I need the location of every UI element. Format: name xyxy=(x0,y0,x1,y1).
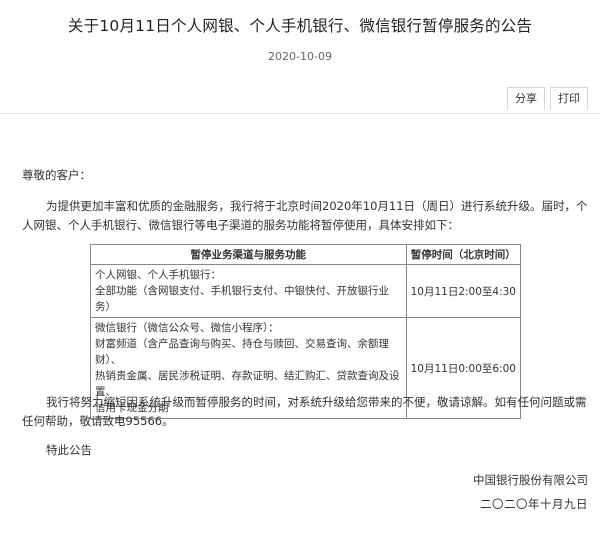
page-title: 关于10月11日个人网银、个人手机银行、微信银行暂停服务的公告 xyxy=(67,17,533,35)
header-time: 暂停时间（北京时间） xyxy=(405,244,522,265)
time-cell: 10月11日2:00至4:30 xyxy=(405,264,522,318)
table-header-row: 暂停业务渠道与服务功能 暂停时间（北京时间） xyxy=(90,244,522,265)
intro-paragraph: 为提供更加丰富和优质的金融服务，我行将于北京时间2020年10月11日（周日）进… xyxy=(22,199,588,232)
signature-date: 二〇二〇年十月九日 xyxy=(480,497,588,511)
channel-line: 全部功能（含网银支付、手机银行支付、中银快付、开放银行业务） xyxy=(95,285,389,313)
apology-paragraph: 我行将努力缩短因系统升级而暂停服务的时间，对系统升级给您带来的不便，敬请谅解。如… xyxy=(22,395,587,428)
channel-line: 个人网银、个人手机银行： xyxy=(95,269,221,281)
greeting: 尊敬的客户： xyxy=(22,168,91,182)
channel-cell: 个人网银、个人手机银行： 全部功能（含网银支付、手机银行支付、中银快付、开放银行… xyxy=(90,264,407,318)
header-divider xyxy=(0,113,600,114)
channel-line: 微信银行（微信公众号、微信小程序）： xyxy=(95,322,279,334)
publish-date: 2020-10-09 xyxy=(268,50,332,63)
share-button[interactable]: 分享 xyxy=(507,87,545,110)
header-channel: 暂停业务渠道与服务功能 xyxy=(90,244,407,265)
channel-line: 财富频道（含产品查询与购买、持仓与赎回、交易查询、余额理财）、 xyxy=(95,338,389,366)
organization-signature: 中国银行股份有限公司 xyxy=(473,473,588,487)
print-button[interactable]: 打印 xyxy=(550,87,588,110)
closing-text: 特此公告 xyxy=(46,443,92,457)
table-row: 个人网银、个人手机银行： 全部功能（含网银支付、手机银行支付、中银快付、开放银行… xyxy=(90,264,522,318)
